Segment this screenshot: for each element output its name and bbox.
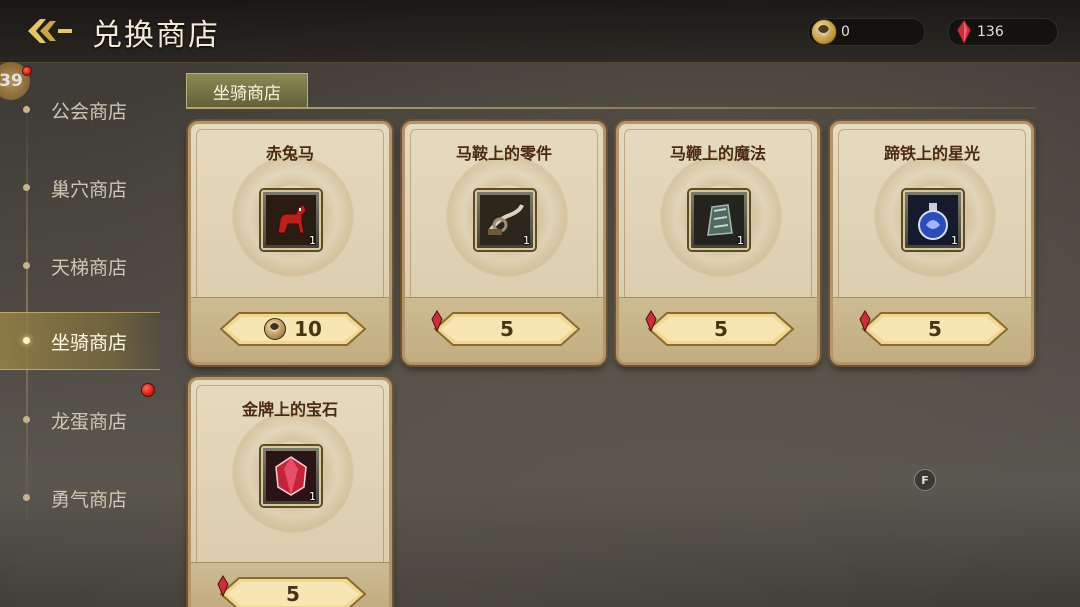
- bullet-icon: [23, 416, 30, 423]
- coin-currency-display[interactable]: 0: [808, 18, 925, 46]
- item-name: 蹄铁上的星光: [883, 144, 980, 163]
- shop-item-card[interactable]: 马鞭上的魔法 1 5: [616, 121, 820, 365]
- sidebar-item-courage-shop[interactable]: 勇气商店: [0, 470, 165, 526]
- item-slot[interactable]: 1: [261, 446, 321, 506]
- buy-button[interactable]: 10: [217, 310, 369, 348]
- shop-item-card[interactable]: 蹄铁上的星光 1 5: [830, 121, 1034, 365]
- back-button[interactable]: [26, 12, 76, 50]
- bullet-icon: [23, 262, 30, 269]
- item-quantity: 1: [737, 234, 744, 247]
- red-crystal-icon: [217, 575, 229, 597]
- sidebar-item-label: 勇气商店: [51, 488, 128, 511]
- shop-sidebar: 39 公会商店 巢穴商店 天梯商店 坐骑商店 龙蛋商店 勇气商店: [0, 62, 185, 607]
- coin-token-icon: [264, 318, 287, 340]
- item-slot[interactable]: 1: [689, 190, 749, 250]
- coin-token-icon: [811, 19, 837, 45]
- red-crystal-icon: [859, 310, 871, 332]
- red-crystal-icon: [645, 310, 657, 332]
- bullet-icon: [23, 337, 30, 344]
- bullet-icon: [23, 494, 30, 501]
- sidebar-item-label: 龙蛋商店: [51, 410, 128, 433]
- crystal-currency-display[interactable]: 136: [948, 18, 1058, 46]
- item-price: 10: [294, 317, 322, 341]
- sidebar-item-guild-shop[interactable]: 公会商店: [0, 82, 165, 138]
- notice-dot: [22, 66, 32, 76]
- page-title: 兑换商店: [92, 18, 220, 53]
- tab-mount-shop[interactable]: 坐骑商店: [186, 73, 308, 108]
- item-price: 5: [286, 582, 300, 606]
- red-crystal-icon: [431, 310, 443, 332]
- back-arrow-icon: [28, 19, 72, 43]
- sidebar-item-nest-shop[interactable]: 巢穴商店: [0, 160, 165, 216]
- item-slot[interactable]: 1: [261, 190, 321, 250]
- crystal-amount: 136: [977, 24, 1004, 40]
- coin-amount: 0: [841, 24, 850, 40]
- sidebar-item-label: 巢穴商店: [51, 178, 128, 201]
- header-bar: 兑换商店 0 136: [0, 0, 1080, 63]
- item-name: 金牌上的宝石: [241, 400, 338, 419]
- shop-item-card[interactable]: 金牌上的宝石 1 5: [188, 377, 392, 607]
- tab-divider: [186, 107, 1036, 109]
- item-slot[interactable]: 1: [475, 190, 535, 250]
- item-quantity: 1: [523, 234, 530, 247]
- item-price: 5: [928, 317, 942, 341]
- sidebar-item-label: 坐骑商店: [51, 331, 128, 354]
- item-quantity: 1: [951, 234, 958, 247]
- sidebar-item-ladder-shop[interactable]: 天梯商店: [0, 238, 165, 294]
- notice-dot: [141, 383, 155, 397]
- shop-item-card[interactable]: 赤兔马 1 10: [188, 121, 392, 365]
- item-name: 马鞭上的魔法: [669, 144, 766, 163]
- item-name: 马鞍上的零件: [455, 144, 552, 163]
- item-quantity: 1: [309, 234, 316, 247]
- bullet-icon: [23, 184, 30, 191]
- buy-button[interactable]: 5: [859, 310, 1011, 348]
- floating-f-button[interactable]: F: [914, 469, 936, 491]
- item-quantity: 1: [309, 490, 316, 503]
- sidebar-item-label: 公会商店: [51, 100, 128, 123]
- bullet-icon: [23, 106, 30, 113]
- item-price: 5: [500, 317, 514, 341]
- buy-button[interactable]: 5: [431, 310, 583, 348]
- buy-button[interactable]: 5: [217, 575, 369, 607]
- red-crystal-icon: [956, 19, 972, 45]
- item-slot[interactable]: 1: [903, 190, 963, 250]
- sidebar-item-mount-shop[interactable]: 坐骑商店: [0, 312, 160, 370]
- sidebar-item-label: 天梯商店: [51, 256, 128, 279]
- sidebar-item-dragon-egg-shop[interactable]: 龙蛋商店: [0, 392, 165, 448]
- item-name: 赤兔马: [265, 144, 314, 163]
- shop-item-card[interactable]: 马鞍上的零件 1 5: [402, 121, 606, 365]
- item-price: 5: [714, 317, 728, 341]
- buy-button[interactable]: 5: [645, 310, 797, 348]
